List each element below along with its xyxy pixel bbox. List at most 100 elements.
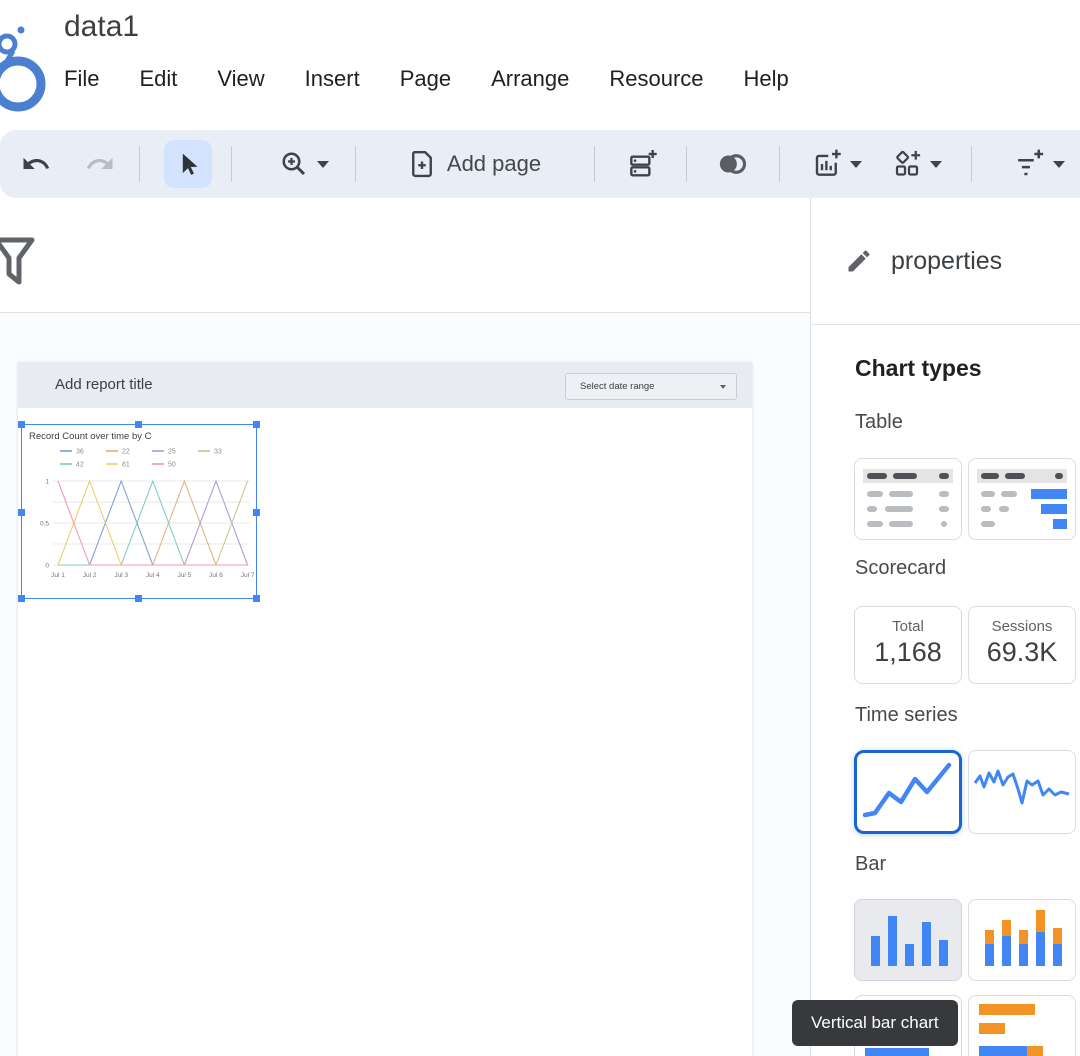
undo-icon (23, 157, 50, 169)
report-page[interactable]: Add report title Select date range Recor… (18, 362, 752, 1056)
properties-header: properties (811, 198, 1080, 325)
svg-text:0: 0 (45, 563, 49, 570)
add-filter-button[interactable] (1000, 130, 1080, 198)
svg-text:42: 42 (76, 462, 84, 469)
date-range-control[interactable]: Select date range (565, 373, 737, 400)
scorecard-label: Sessions (991, 618, 1053, 635)
resize-handle[interactable] (253, 421, 260, 428)
looker-studio-app: data1 File Edit View Insert Page Arrange… (0, 0, 1080, 1056)
resize-handle[interactable] (253, 509, 260, 516)
add-data-button[interactable] (618, 130, 666, 198)
funnel-icon (0, 237, 35, 285)
svg-text:Jul 2: Jul 2 (83, 572, 97, 579)
zoom-tool-button[interactable] (262, 130, 346, 198)
undo-button[interactable] (14, 130, 58, 198)
add-control-button[interactable] (884, 130, 950, 198)
svg-text:Jul 5: Jul 5 (178, 572, 192, 579)
svg-text:Jul 1: Jul 1 (51, 572, 65, 579)
menu-insert[interactable]: Insert (305, 66, 360, 92)
vertical-bar-chart-thumbnail[interactable] (854, 899, 962, 981)
svg-text:22: 22 (122, 449, 130, 456)
time-series-chart-element[interactable]: Record Count over time by C 0 0.5 1 Jul 1 Jul… (18, 421, 260, 602)
scorecard-value: 1,168 (874, 637, 942, 667)
scorecard-thumbnail[interactable]: Total 1,168 (854, 606, 962, 684)
resize-handle[interactable] (135, 421, 142, 428)
svg-text:25: 25 (168, 449, 176, 456)
looker-studio-logo-icon (0, 26, 46, 112)
toolbar-divider (686, 146, 687, 182)
redo-icon (86, 157, 113, 169)
svg-text:Jul 3: Jul 3 (114, 572, 128, 579)
group-label-bar: Bar (855, 853, 887, 875)
add-control-icon (895, 150, 921, 176)
svg-text:36: 36 (76, 449, 84, 456)
filter-bar: + Add quick filter Reset (0, 198, 810, 495)
svg-text:1: 1 (45, 479, 49, 486)
toolbar: Add page (0, 130, 1080, 198)
svg-text:81: 81 (122, 462, 130, 469)
chevron-down-icon (720, 384, 726, 389)
menu-edit[interactable]: Edit (139, 66, 177, 92)
tooltip: Vertical bar chart (792, 1000, 958, 1046)
toolbar-divider (139, 146, 140, 182)
table-with-bars-thumbnail[interactable] (968, 458, 1076, 540)
svg-text:33: 33 (214, 449, 222, 456)
blend-data-button[interactable] (708, 130, 756, 198)
select-tool-button[interactable] (164, 140, 212, 188)
scorecard-compact-thumbnail[interactable]: Sessions 69.3K (968, 606, 1076, 684)
stacked-bar-chart-thumbnail[interactable] (968, 899, 1076, 981)
sparkline-thumbnail[interactable] (968, 750, 1076, 834)
table-chart-thumbnail[interactable] (854, 458, 962, 540)
report-canvas[interactable]: Add report title Select date range Recor… (0, 313, 810, 1056)
menu-arrange[interactable]: Arrange (491, 66, 569, 92)
chevron-down-icon (1053, 160, 1065, 168)
svg-text:Jul 7: Jul 7 (241, 572, 255, 579)
add-page-label: Add page (446, 151, 542, 176)
horizontal-stacked-bar-thumbnail[interactable] (968, 995, 1076, 1056)
menu-page[interactable]: Page (400, 66, 451, 92)
resize-handle[interactable] (253, 595, 260, 602)
resize-handle[interactable] (135, 595, 142, 602)
menu-help[interactable]: Help (744, 66, 789, 92)
report-title-placeholder[interactable]: Add report title (55, 376, 153, 393)
add-filter-icon (1018, 149, 1044, 176)
group-label-table: Table (855, 411, 903, 433)
add-chart-icon (815, 149, 841, 176)
group-label-time-series: Time series (855, 704, 958, 726)
svg-text:0.5: 0.5 (40, 521, 49, 528)
add-data-icon (630, 150, 657, 177)
resize-handle[interactable] (18, 509, 25, 516)
toolbar-divider (779, 146, 780, 182)
scorecard-value: 69.3K (986, 637, 1058, 667)
properties-label: properties (891, 246, 1003, 275)
pencil-icon (848, 250, 870, 272)
blend-icon (719, 154, 747, 174)
report-header-bar: Add report title Select date range (18, 362, 752, 408)
add-page-icon (411, 150, 432, 178)
chevron-down-icon (317, 160, 329, 168)
cursor-icon (182, 153, 198, 175)
menu-resource[interactable]: Resource (609, 66, 703, 92)
date-range-label: Select date range (580, 381, 655, 392)
group-label-scorecard: Scorecard (855, 557, 947, 579)
zoom-icon (282, 152, 306, 176)
add-page-button[interactable]: Add page (386, 130, 562, 198)
chart-types-title: Chart types (855, 355, 982, 381)
toolbar-divider (231, 146, 232, 182)
chevron-down-icon (930, 160, 942, 168)
scorecard-label: Total (892, 618, 924, 635)
chevron-down-icon (850, 160, 862, 168)
document-title[interactable]: data1 (64, 10, 139, 44)
svg-text:Jul 6: Jul 6 (209, 572, 223, 579)
svg-text:50: 50 (168, 462, 176, 469)
menu-view[interactable]: View (217, 66, 264, 92)
resize-handle[interactable] (18, 595, 25, 602)
redo-button[interactable] (78, 130, 122, 198)
resize-handle[interactable] (18, 421, 25, 428)
toolbar-divider (594, 146, 595, 182)
add-chart-button[interactable] (804, 130, 870, 198)
time-series-thumbnail-selected[interactable] (854, 750, 962, 834)
menu-file[interactable]: File (64, 66, 99, 92)
svg-text:Record Count over time by C: Record Count over time by C (29, 431, 152, 442)
properties-panel: properties Chart types Table Scorecard T… (810, 198, 1080, 1056)
